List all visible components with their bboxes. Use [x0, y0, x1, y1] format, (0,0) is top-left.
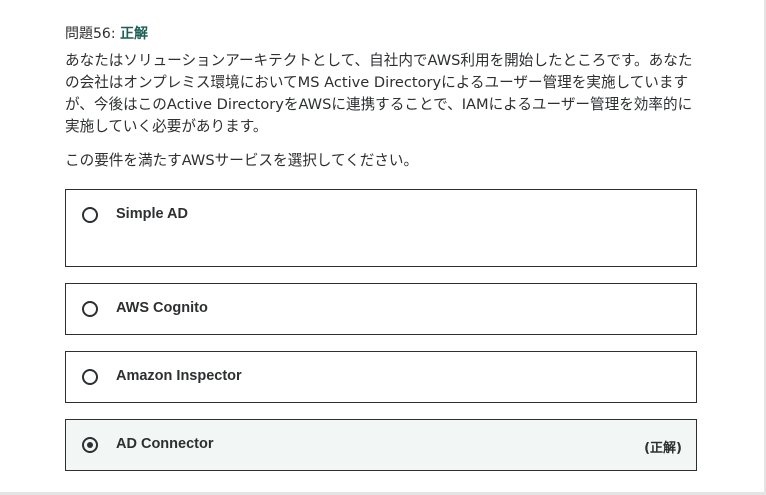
- radio-selected-dot: [87, 442, 93, 448]
- answer-option-ad-connector[interactable]: AD Connector (正解): [65, 419, 697, 471]
- answer-option-aws-cognito[interactable]: AWS Cognito: [65, 283, 697, 335]
- question-header: 問題56: 正解: [65, 24, 148, 44]
- radio-button[interactable]: [82, 369, 98, 385]
- radio-button[interactable]: [82, 301, 98, 317]
- answer-option-simple-ad[interactable]: Simple AD: [65, 189, 697, 267]
- question-text: あなたはソリューションアーキテクトとして、自社内でAWS利用を開始したところです…: [65, 52, 693, 135]
- option-label: AWS Cognito: [116, 300, 208, 316]
- radio-button[interactable]: [82, 207, 98, 223]
- radio-button-selected[interactable]: [82, 437, 98, 453]
- correct-answer-tag: (正解): [644, 441, 682, 456]
- question-number: 問題56:: [65, 26, 116, 42]
- result-label: 正解: [119, 26, 148, 42]
- option-label: AD Connector: [116, 436, 214, 452]
- option-label: Simple AD: [116, 206, 188, 222]
- answer-option-amazon-inspector[interactable]: Amazon Inspector: [65, 351, 697, 403]
- question-prompt: この要件を満たすAWSサービスを選択してください。: [65, 152, 419, 169]
- option-label: Amazon Inspector: [116, 368, 242, 384]
